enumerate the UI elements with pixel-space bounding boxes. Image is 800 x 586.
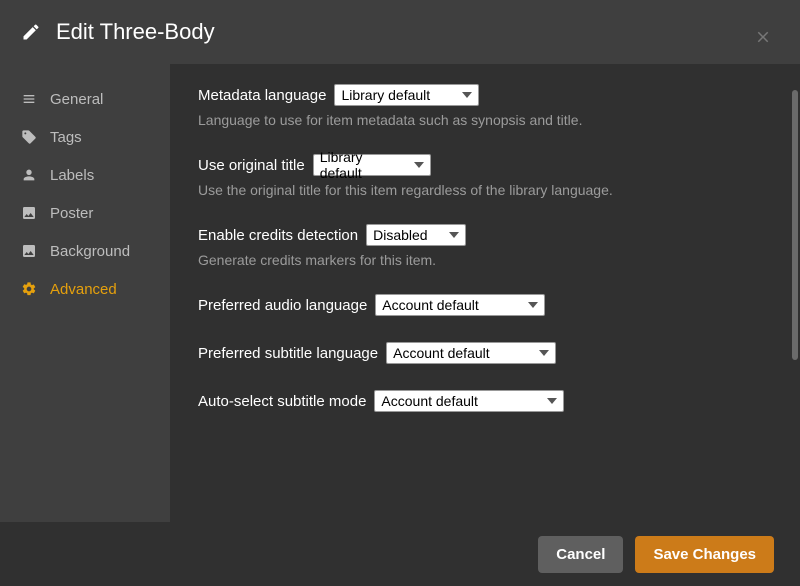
use-original-title-label: Use original title bbox=[198, 157, 305, 174]
list-icon bbox=[20, 90, 38, 108]
select-value: Account default bbox=[381, 393, 478, 409]
main-panel: Metadata language Library default Langua… bbox=[170, 64, 800, 522]
dialog-body: General Tags Labels Poster Background bbox=[0, 64, 800, 522]
metadata-language-select[interactable]: Library default bbox=[334, 84, 479, 106]
sidebar-item-label: Advanced bbox=[50, 281, 117, 298]
sidebar-item-general[interactable]: General bbox=[0, 80, 170, 118]
sidebar: General Tags Labels Poster Background bbox=[0, 64, 170, 522]
scrollbar-thumb[interactable] bbox=[792, 90, 798, 360]
dialog-header: Edit Three-Body bbox=[0, 0, 800, 64]
sidebar-item-poster[interactable]: Poster bbox=[0, 194, 170, 232]
cancel-button[interactable]: Cancel bbox=[538, 536, 623, 573]
auto-subtitle-mode-select[interactable]: Account default bbox=[374, 390, 564, 412]
select-value: Library default bbox=[320, 149, 404, 181]
chevron-down-icon bbox=[449, 230, 459, 241]
select-value: Account default bbox=[382, 297, 479, 313]
sidebar-item-label: Poster bbox=[50, 205, 93, 222]
tag-icon bbox=[20, 128, 38, 146]
sidebar-item-label: Labels bbox=[50, 167, 94, 184]
auto-subtitle-mode-row: Auto-select subtitle mode Account defaul… bbox=[198, 390, 772, 412]
select-value: Account default bbox=[393, 345, 490, 361]
dialog-footer: Cancel Save Changes bbox=[0, 522, 800, 586]
metadata-language-row: Metadata language Library default bbox=[198, 84, 772, 106]
sidebar-item-background[interactable]: Background bbox=[0, 232, 170, 270]
credits-detection-select[interactable]: Disabled bbox=[366, 224, 466, 246]
use-original-title-row: Use original title Library default bbox=[198, 154, 772, 176]
chevron-down-icon bbox=[462, 90, 472, 101]
chevron-down-icon bbox=[414, 160, 424, 171]
preferred-audio-row: Preferred audio language Account default bbox=[198, 294, 772, 316]
select-value: Disabled bbox=[373, 227, 427, 243]
metadata-language-description: Language to use for item metadata such a… bbox=[198, 112, 772, 128]
preferred-audio-label: Preferred audio language bbox=[198, 297, 367, 314]
sidebar-item-label: General bbox=[50, 91, 103, 108]
sidebar-item-label: Background bbox=[50, 243, 130, 260]
gear-icon bbox=[20, 280, 38, 298]
preferred-subtitle-row: Preferred subtitle language Account defa… bbox=[198, 342, 772, 364]
metadata-language-label: Metadata language bbox=[198, 87, 326, 104]
sidebar-item-labels[interactable]: Labels bbox=[0, 156, 170, 194]
labels-icon bbox=[20, 166, 38, 184]
credits-detection-label: Enable credits detection bbox=[198, 227, 358, 244]
credits-detection-row: Enable credits detection Disabled bbox=[198, 224, 772, 246]
preferred-subtitle-label: Preferred subtitle language bbox=[198, 345, 378, 362]
image-icon bbox=[20, 242, 38, 260]
use-original-title-description: Use the original title for this item reg… bbox=[198, 182, 772, 198]
sidebar-item-tags[interactable]: Tags bbox=[0, 118, 170, 156]
sidebar-item-advanced[interactable]: Advanced bbox=[0, 270, 170, 308]
auto-subtitle-mode-label: Auto-select subtitle mode bbox=[198, 393, 366, 410]
preferred-audio-select[interactable]: Account default bbox=[375, 294, 545, 316]
image-icon bbox=[20, 204, 38, 222]
edit-icon bbox=[20, 21, 42, 43]
use-original-title-select[interactable]: Library default bbox=[313, 154, 431, 176]
chevron-down-icon bbox=[547, 396, 557, 407]
chevron-down-icon bbox=[539, 348, 549, 359]
preferred-subtitle-select[interactable]: Account default bbox=[386, 342, 556, 364]
select-value: Library default bbox=[341, 87, 430, 103]
sidebar-item-label: Tags bbox=[50, 129, 82, 146]
credits-detection-description: Generate credits markers for this item. bbox=[198, 252, 772, 268]
close-icon[interactable] bbox=[754, 28, 772, 52]
dialog-title: Edit Three-Body bbox=[56, 19, 215, 45]
chevron-down-icon bbox=[528, 300, 538, 311]
save-changes-button[interactable]: Save Changes bbox=[635, 536, 774, 573]
